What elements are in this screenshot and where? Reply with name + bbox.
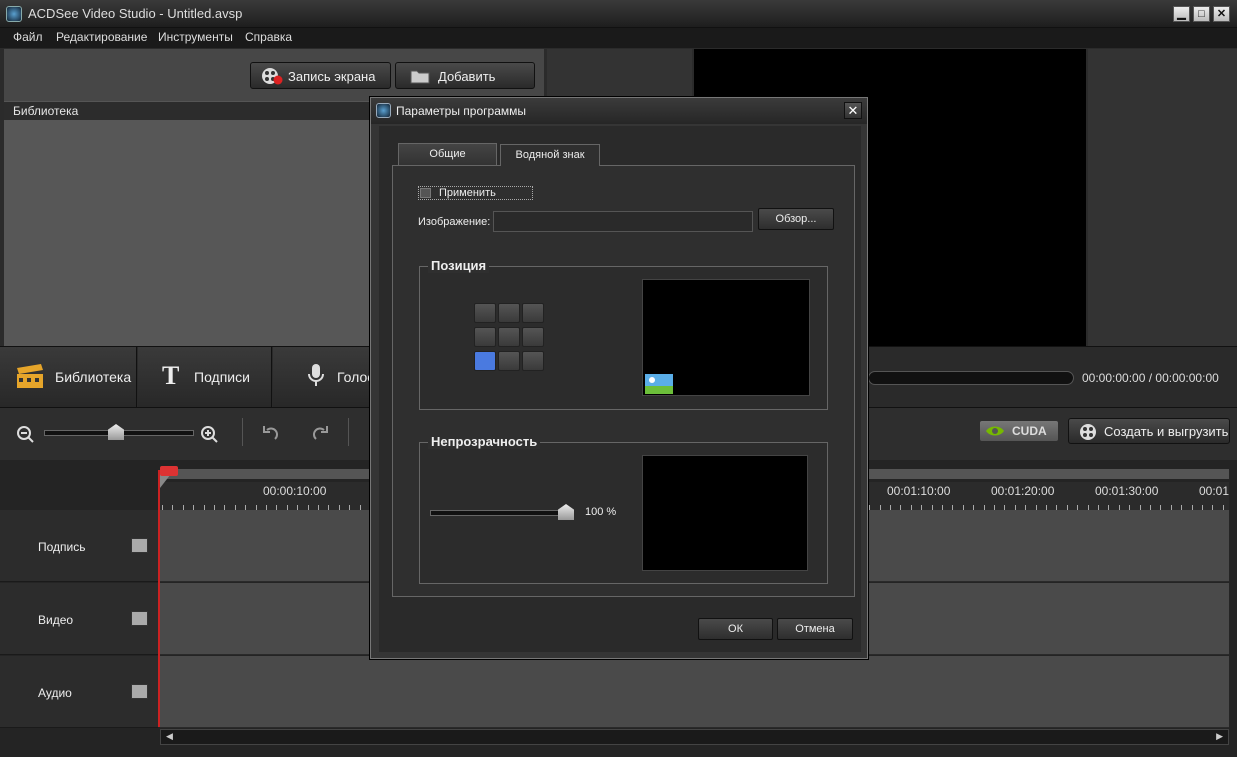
lock-icon[interactable] (131, 611, 148, 626)
opacity-group: Непрозрачность 100 % (419, 434, 828, 584)
tab-watermark[interactable]: Водяной знак (500, 144, 600, 166)
library-toolbar: Запись экрана Добавить (4, 49, 544, 101)
image-path-input[interactable] (493, 211, 753, 232)
film-reel-icon (262, 68, 283, 85)
tab-captions-label: Подписи (194, 369, 250, 385)
separator (242, 418, 243, 446)
window-title: ACDSee Video Studio - Untitled.avsp (28, 6, 243, 21)
timecode: 00:00:00:00 / 00:00:00:00 (1082, 371, 1219, 385)
browse-button[interactable]: Обзор... (758, 208, 834, 230)
nvidia-icon (986, 426, 1004, 436)
microphone-icon (308, 364, 324, 386)
cancel-button[interactable]: Отмена (777, 618, 853, 640)
preview-side (1088, 49, 1237, 346)
opacity-slider-thumb[interactable] (558, 504, 574, 520)
create-export-button[interactable]: Создать и выгрузить (1068, 418, 1230, 444)
zoom-out-icon[interactable] (16, 425, 36, 443)
text-t-icon: T (162, 361, 180, 390)
record-screen-label: Запись экрана (288, 69, 376, 84)
scroll-left-icon[interactable]: ◀ (166, 731, 173, 742)
menu-file[interactable]: Файл (13, 30, 43, 44)
dialog-title-bar[interactable]: Параметры программы ✕ (371, 98, 867, 124)
apply-label: Применить (439, 187, 496, 199)
ruler-label: 00:01:30:00 (1095, 484, 1159, 498)
maximize-button[interactable]: □ (1193, 6, 1210, 22)
ruler-label: 00:01:10:00 (887, 484, 951, 498)
track-label: Подпись (38, 540, 86, 554)
position-top-right[interactable] (522, 303, 544, 323)
folder-icon (410, 70, 430, 84)
checkbox-box[interactable] (420, 188, 431, 198)
playhead-line (158, 470, 160, 727)
track-header-video: Видео (0, 583, 158, 655)
position-bottom-right[interactable] (522, 351, 544, 371)
zoom-in-icon[interactable] (200, 425, 220, 443)
image-label: Изображение: (418, 216, 491, 228)
tab-general[interactable]: Общие (398, 143, 497, 165)
title-bar: ACDSee Video Studio - Untitled.avsp ▁ □ … (0, 0, 1237, 28)
lock-icon[interactable] (131, 684, 148, 699)
position-preview (642, 279, 810, 396)
track-label: Видео (38, 613, 74, 627)
ruler-label: 00:01 (1199, 484, 1230, 498)
cuda-badge: CUDA (980, 421, 1058, 441)
close-button[interactable]: ✕ (1213, 6, 1230, 22)
opacity-slider[interactable] (430, 510, 570, 516)
cuda-label: CUDA (1012, 424, 1047, 438)
playback-progress[interactable] (868, 371, 1074, 385)
tab-voice-label: Голос (337, 369, 375, 385)
app-icon (376, 103, 391, 118)
apply-checkbox[interactable]: Применить (418, 186, 533, 200)
position-top-center[interactable] (498, 303, 520, 323)
position-bottom-left[interactable] (474, 351, 496, 371)
opacity-value: 100 % (585, 506, 617, 518)
tab-library-label: Библиотека (55, 369, 132, 385)
app-icon (6, 6, 22, 22)
ruler-label: 00:01:20:00 (991, 484, 1055, 498)
library-header-label: Библиотека (13, 104, 79, 118)
add-label: Добавить (438, 69, 496, 84)
ruler-label: 00:00:10:00 (263, 484, 327, 498)
position-middle-right[interactable] (522, 327, 544, 347)
scroll-right-icon[interactable]: ▶ (1216, 731, 1223, 742)
create-export-label: Создать и выгрузить (1104, 424, 1229, 439)
tab-voice[interactable]: Голос (273, 347, 374, 407)
redo-icon[interactable] (312, 423, 330, 443)
opacity-legend: Непрозрачность (428, 434, 541, 449)
playhead-handle[interactable] (160, 466, 178, 476)
opacity-preview (642, 455, 808, 571)
menu-help[interactable]: Справка (245, 30, 292, 44)
film-reel-icon (1080, 424, 1096, 440)
position-bottom-center[interactable] (498, 351, 520, 371)
track-lane-audio[interactable] (160, 656, 1229, 728)
track-header-captions: Подпись (0, 510, 158, 582)
timeline-scrollbar[interactable]: ◀ ▶ (160, 729, 1229, 745)
preferences-dialog: Параметры программы ✕ Общие Водяной знак… (370, 97, 868, 659)
dialog-close-button[interactable]: ✕ (844, 102, 862, 119)
tab-captions[interactable]: T Подписи (138, 347, 272, 407)
dialog-title: Параметры программы (396, 104, 526, 118)
menu-bar: Файл Редактирование Инструменты Справка (0, 28, 1237, 48)
menu-edit[interactable]: Редактирование (56, 30, 147, 44)
record-screen-button[interactable]: Запись экрана (250, 62, 391, 89)
tab-library[interactable]: Библиотека (0, 347, 137, 407)
position-top-left[interactable] (474, 303, 496, 323)
menu-tools[interactable]: Инструменты (158, 30, 233, 44)
undo-icon[interactable] (261, 423, 279, 443)
position-legend: Позиция (428, 258, 490, 273)
minimize-button[interactable]: ▁ (1173, 6, 1190, 22)
ok-button[interactable]: ОК (698, 618, 773, 640)
track-label: Аудио (38, 686, 72, 700)
add-button[interactable]: Добавить (395, 62, 535, 89)
position-group: Позиция (419, 258, 828, 410)
track-header-audio: Аудио (0, 656, 158, 728)
film-clapper-icon (17, 364, 43, 388)
watermark-panel: Применить Изображение: Обзор... Позиция (392, 165, 855, 597)
position-center[interactable] (498, 327, 520, 347)
lock-icon[interactable] (131, 538, 148, 553)
separator (348, 418, 349, 446)
landscape-image-icon (645, 374, 673, 394)
position-middle-left[interactable] (474, 327, 496, 347)
